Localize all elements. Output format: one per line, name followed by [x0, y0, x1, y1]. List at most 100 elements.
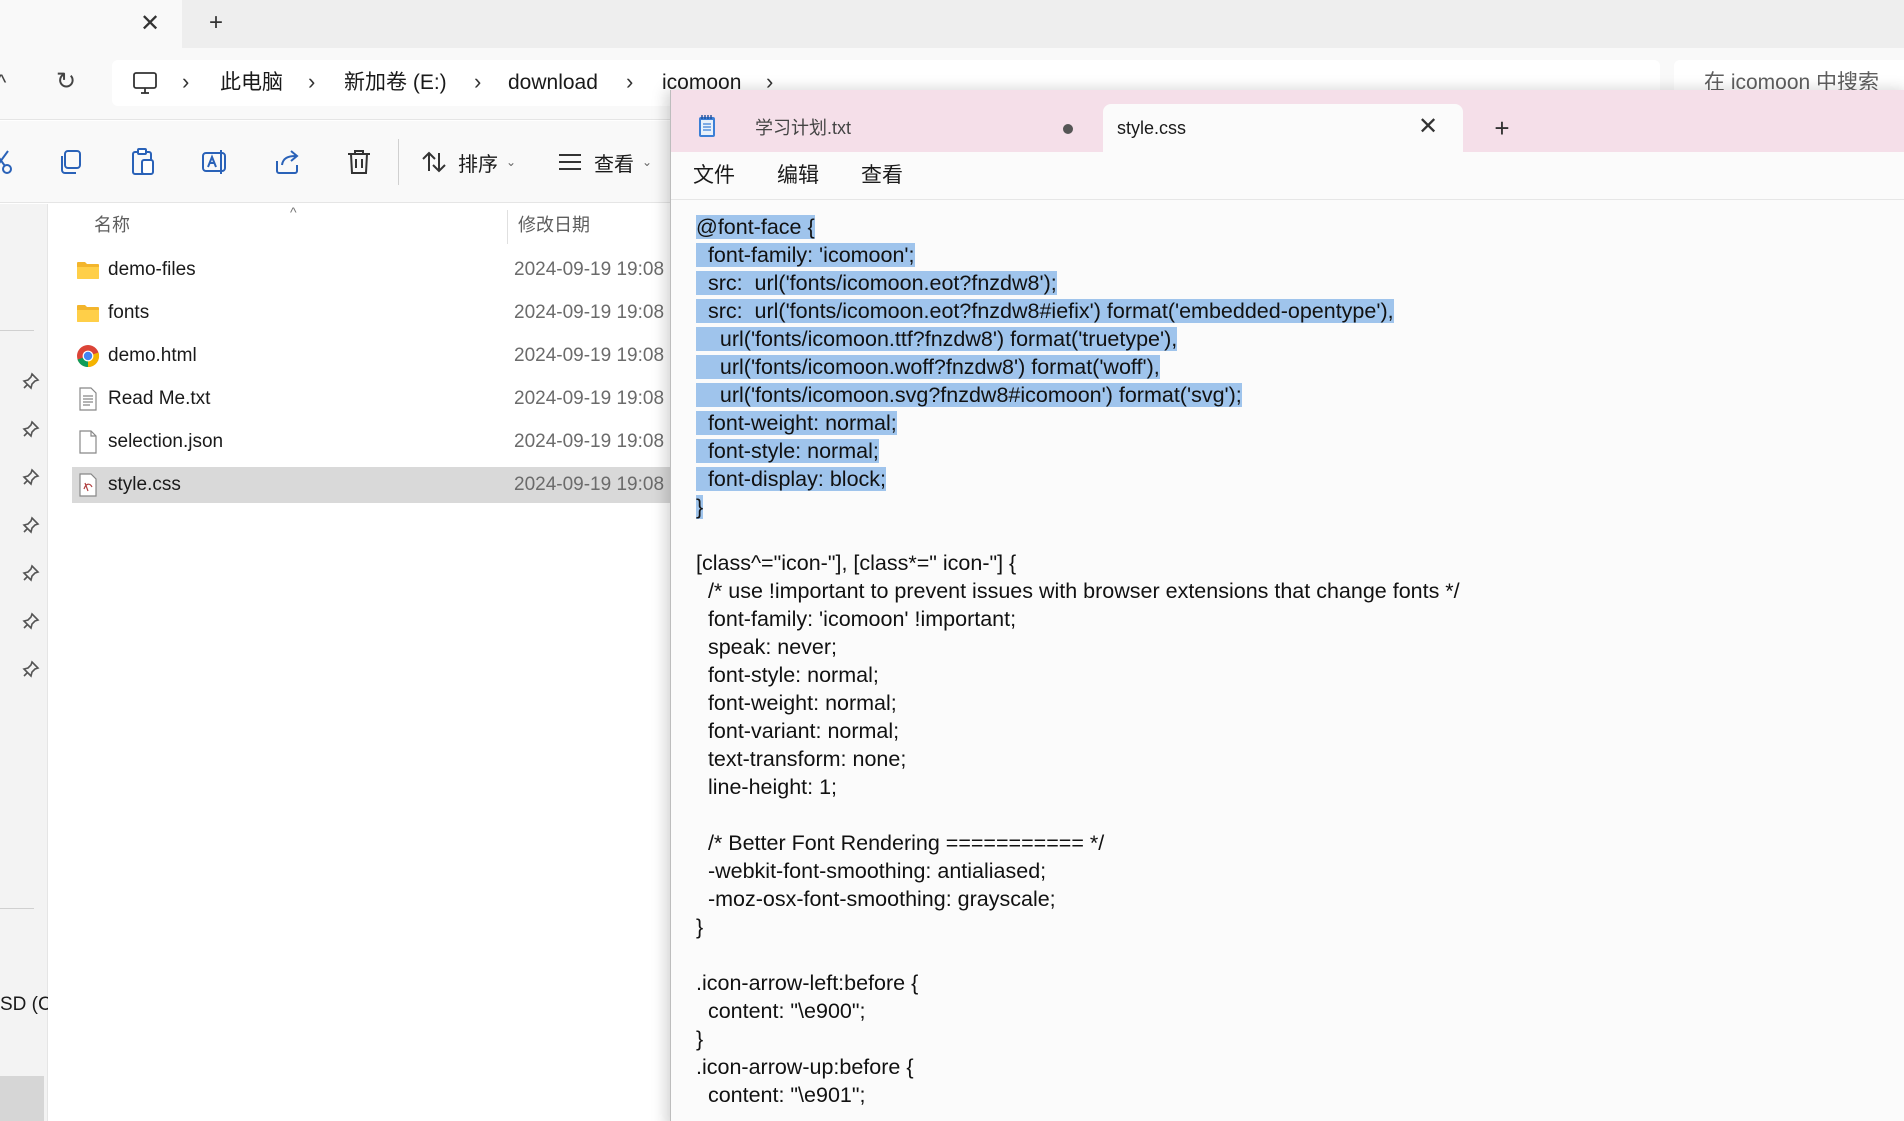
column-header-name[interactable]: 名称: [94, 204, 130, 246]
menu-view[interactable]: 查看: [861, 152, 903, 200]
paste-icon[interactable]: [128, 147, 158, 177]
rename-icon[interactable]: [200, 147, 230, 177]
code-line: -webkit-font-smoothing: antialiased;: [696, 857, 1460, 885]
code-line-text: /* use !important to prevent issues with…: [696, 579, 1460, 603]
file-name: selection.json: [108, 431, 224, 452]
selected-code-text: font-weight: normal;: [696, 411, 897, 435]
sort-icon: [422, 151, 446, 173]
column-header-modified[interactable]: 修改日期: [518, 204, 590, 246]
selected-code-text: src: url('fonts/icomoon.eot?fnzdw8');: [696, 271, 1057, 295]
code-line-text: [class^="icon-"], [class*=" icon-"] {: [696, 551, 1017, 575]
view-label: 查看: [594, 153, 634, 176]
column-separator[interactable]: [507, 210, 508, 244]
code-line: }: [696, 913, 1460, 941]
explorer-tab[interactable]: ✕: [0, 0, 182, 48]
pin-icon[interactable]: [22, 612, 40, 630]
view-icon: [559, 154, 581, 170]
share-icon[interactable]: [272, 147, 302, 177]
code-line: url('fonts/icomoon.ttf?fnzdw8') format('…: [696, 325, 1460, 353]
breadcrumb-chevron-icon[interactable]: ›: [308, 60, 315, 106]
css-file-icon: [79, 473, 97, 497]
nav-pane-scrollbar[interactable]: [0, 1076, 44, 1121]
selected-code-text: src: url('fonts/icomoon.eot?fnzdw8#iefix…: [696, 299, 1394, 323]
up-arrow-icon[interactable]: ^: [0, 70, 6, 96]
code-line: /* Better Font Rendering =========== */: [696, 829, 1460, 857]
text-editor[interactable]: @font-face { font-family: 'icomoon'; src…: [671, 201, 1904, 1121]
code-line-text: speak: never;: [696, 635, 838, 659]
tab-style-css[interactable]: style.css ✕: [1103, 104, 1463, 152]
nav-pane-divider: [0, 908, 34, 909]
code-line: text-transform: none;: [696, 745, 1460, 773]
file-row-fonts[interactable]: fonts 2024-09-19 19:08: [72, 295, 712, 331]
file-row-read-me[interactable]: Read Me.txt 2024-09-19 19:08: [72, 381, 712, 417]
breadcrumb-item-this-pc[interactable]: 此电脑: [220, 60, 283, 106]
notepad-window: 学习计划.txt style.css ✕ + 文件 编辑 查看 @font-fa…: [670, 90, 1904, 1121]
code-line: line-height: 1;: [696, 773, 1460, 801]
breadcrumb-chevron-icon[interactable]: ›: [474, 60, 481, 106]
file-row-style-css[interactable]: style.css 2024-09-19 19:08: [72, 467, 712, 503]
file-name: style.css: [108, 474, 181, 495]
file-date: 2024-09-19 19:08: [514, 259, 665, 280]
code-line-text: -moz-osx-font-smoothing: grayscale;: [696, 887, 1056, 911]
code-line: url('fonts/icomoon.svg?fnzdw8#icomoon') …: [696, 381, 1460, 409]
chevron-down-icon: ⌄: [506, 155, 517, 169]
this-pc-icon[interactable]: [132, 70, 158, 96]
refresh-icon[interactable]: ↻: [52, 68, 80, 96]
text-file-icon: [79, 387, 97, 411]
code-line: font-style: normal;: [696, 437, 1460, 465]
menu-edit[interactable]: 编辑: [777, 152, 819, 200]
pin-icon[interactable]: [22, 564, 40, 582]
new-tab-button[interactable]: +: [204, 11, 228, 36]
menu-file[interactable]: 文件: [693, 152, 735, 200]
chrome-icon: [77, 345, 100, 368]
copy-icon[interactable]: [56, 147, 86, 177]
code-line-text: }: [696, 915, 704, 939]
new-tab-button[interactable]: +: [1487, 114, 1517, 144]
file-row-demo-html[interactable]: demo.html 2024-09-19 19:08: [72, 338, 712, 374]
breadcrumb-item-download[interactable]: download: [508, 60, 598, 106]
drive-c-label[interactable]: SD (C: [0, 994, 52, 1016]
pin-icon[interactable]: [22, 516, 40, 534]
pin-icon[interactable]: [22, 420, 40, 438]
breadcrumb-chevron-icon[interactable]: ›: [626, 60, 633, 106]
unsaved-indicator-icon: [1063, 124, 1073, 134]
code-line-text: }: [696, 1027, 704, 1051]
close-icon[interactable]: ✕: [138, 12, 162, 36]
code-line: font-style: normal;: [696, 661, 1460, 689]
pin-icon[interactable]: [22, 372, 40, 390]
pin-icon[interactable]: [22, 468, 40, 486]
code-line: content: "\e901";: [696, 1081, 1460, 1109]
file-row-demo-files[interactable]: demo-files 2024-09-19 19:08: [72, 252, 712, 288]
sort-label: 排序: [458, 153, 498, 176]
sort-button[interactable]: 排序 ⌄: [420, 141, 516, 183]
folder-icon: [77, 305, 99, 322]
pin-icon[interactable]: [22, 660, 40, 678]
code-line: font-family: 'icomoon' !important;: [696, 605, 1460, 633]
file-name: demo-files: [108, 259, 196, 280]
code-line: speak: never;: [696, 633, 1460, 661]
code-line: url('fonts/icomoon.woff?fnzdw8') format(…: [696, 353, 1460, 381]
breadcrumb-item-drive-e[interactable]: 新加卷 (E:): [344, 60, 447, 106]
code-line: }: [696, 493, 1460, 521]
code-line-text: .icon-arrow-left:before {: [696, 971, 919, 995]
file-row-selection-json[interactable]: selection.json 2024-09-19 19:08: [72, 424, 712, 460]
tab-title: style.css: [1117, 118, 1187, 138]
code-text[interactable]: @font-face { font-family: 'icomoon'; src…: [696, 213, 1460, 1109]
file-date: 2024-09-19 19:08: [514, 302, 665, 323]
cut-icon[interactable]: [0, 147, 16, 177]
file-name: Read Me.txt: [108, 388, 211, 409]
breadcrumb-chevron-icon[interactable]: ›: [182, 60, 189, 106]
tab-title: 学习计划.txt: [755, 118, 852, 138]
view-button[interactable]: 查看 ⌄: [556, 141, 652, 183]
delete-icon[interactable]: [344, 147, 374, 177]
tab-study-plan[interactable]: 学习计划.txt: [671, 104, 1099, 152]
close-icon[interactable]: ✕: [1415, 115, 1441, 141]
code-line-text: -webkit-font-smoothing: antialiased;: [696, 859, 1047, 883]
code-line-text: font-style: normal;: [696, 663, 879, 687]
code-line: -moz-osx-font-smoothing: grayscale;: [696, 885, 1460, 913]
selected-code-text: font-family: 'icomoon';: [696, 243, 915, 267]
code-line-text: line-height: 1;: [696, 775, 838, 799]
navigation-pane: SD (C: [0, 204, 52, 1121]
